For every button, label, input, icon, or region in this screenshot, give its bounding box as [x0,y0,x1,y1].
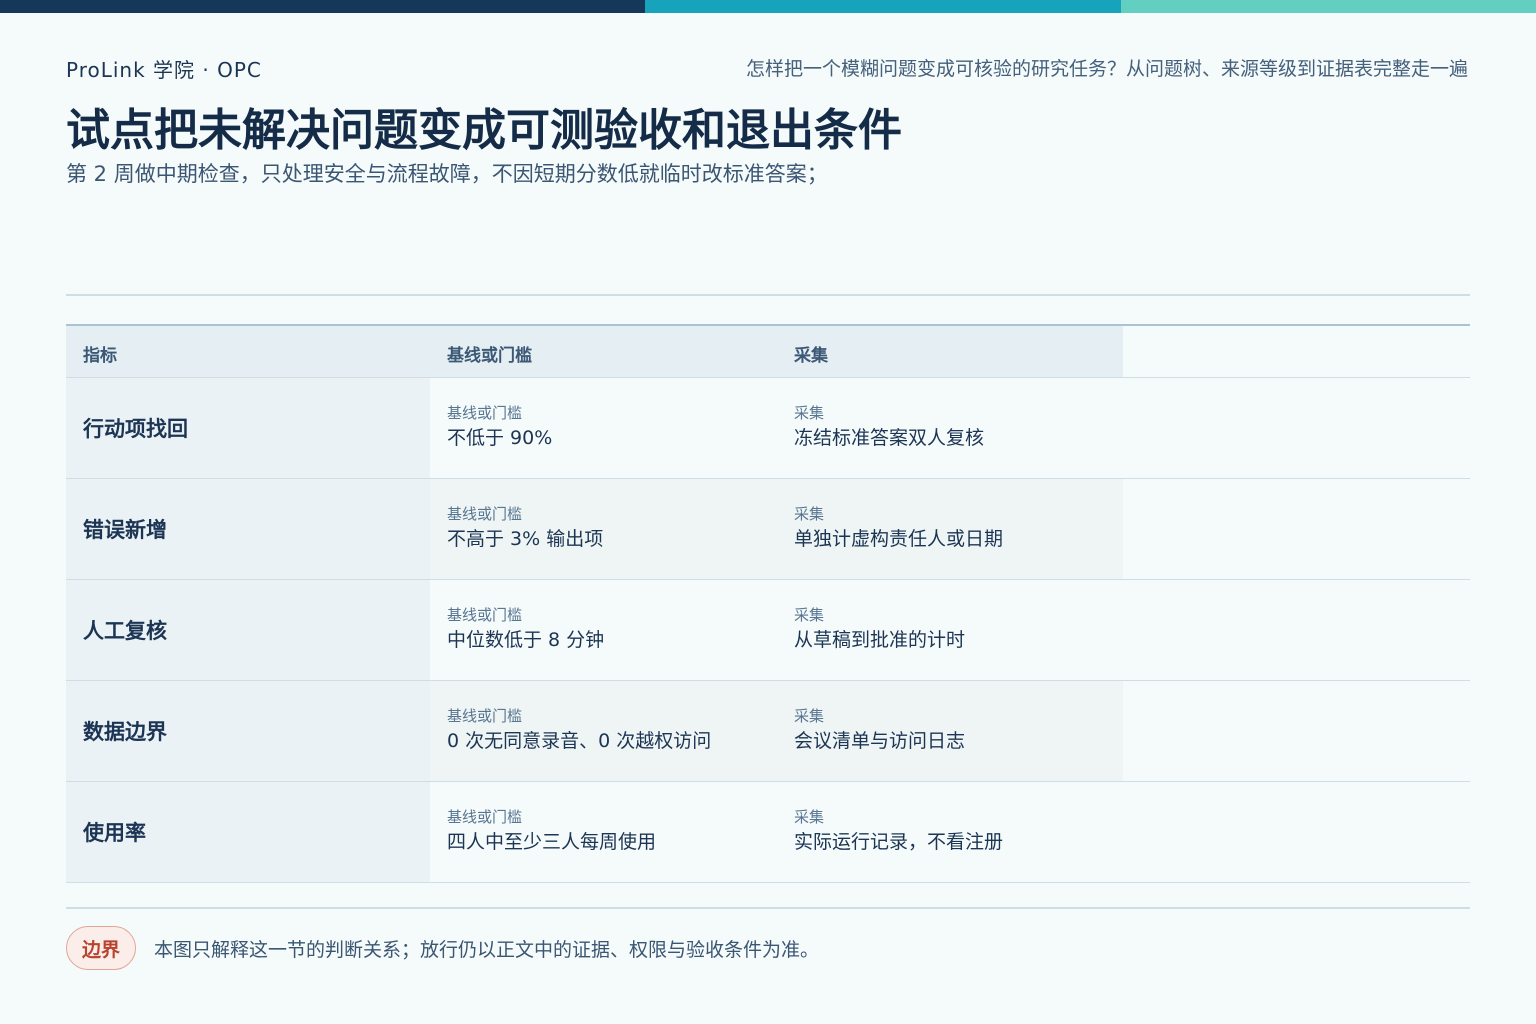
metric-name: 使用率 [83,821,146,845]
threshold-label: 基线或门槛 [447,404,523,422]
collect-value: 从草稿到批准的计时 [794,629,966,651]
page-subtitle: 第 2 周做中期检查，只处理安全与流程故障，不因短期分数低就临时改标准答案； [66,162,828,186]
table-header: 指标 基线或门槛 采集 [66,324,1470,378]
threshold-value: 0 次无同意录音、0 次越权访问 [447,730,712,752]
threshold-cell: 基线或门槛 不低于 90% [447,403,552,453]
boundary-badge: 边界 [66,926,136,970]
collect-cell: 采集 实际运行记录，不看注册 [794,807,1003,857]
collect-label: 采集 [794,606,825,624]
page-title: 试点把未解决问题变成可测验收和退出条件 [66,105,902,156]
divider-top [66,294,1470,296]
metrics-table: 指标 基线或门槛 采集 行动项找回 基线或门槛 不低于 90% 采集 冻结标准答… [66,324,1470,883]
collect-label: 采集 [794,808,825,826]
footer-note: 本图只解释这一节的判断关系；放行仍以正文中的证据、权限与验收条件为准。 [154,939,820,961]
table-row: 行动项找回 基线或门槛 不低于 90% 采集 冻结标准答案双人复核 [66,378,1470,479]
metric-name: 行动项找回 [83,417,188,441]
collect-cell: 采集 单独计虚构责任人或日期 [794,504,1003,554]
threshold-cell: 基线或门槛 不高于 3% 输出项 [447,504,603,554]
collect-label: 采集 [794,404,825,422]
collect-cell: 采集 会议清单与访问日志 [794,706,965,756]
brand-label: ProLink 学院 · OPC [66,58,262,82]
collect-label: 采集 [794,505,825,523]
collect-value: 冻结标准答案双人复核 [794,427,985,449]
threshold-value: 不高于 3% 输出项 [447,528,604,550]
top-bar-segment-3 [1121,0,1536,13]
header-metric: 指标 [83,346,117,366]
collect-cell: 采集 冻结标准答案双人复核 [794,403,984,453]
metric-name: 人工复核 [83,619,167,643]
metric-name: 错误新增 [83,518,167,542]
threshold-value: 不低于 90% [447,427,553,449]
table-header-background [66,326,1123,377]
header-collect: 采集 [794,346,828,366]
table-row: 数据边界 基线或门槛 0 次无同意录音、0 次越权访问 采集 会议清单与访问日志 [66,681,1470,782]
header-threshold: 基线或门槛 [447,346,532,366]
threshold-value: 四人中至少三人每周使用 [447,831,657,853]
threshold-label: 基线或门槛 [447,808,523,826]
threshold-value: 中位数低于 8 分钟 [447,629,605,651]
threshold-label: 基线或门槛 [447,505,523,523]
header-tagline: 怎样把一个模糊问题变成可核验的研究任务？从问题树、来源等级到证据表完整走一遍 [745,58,1468,80]
threshold-cell: 基线或门槛 中位数低于 8 分钟 [447,605,604,655]
table-row: 错误新增 基线或门槛 不高于 3% 输出项 采集 单独计虚构责任人或日期 [66,479,1470,580]
divider-bottom [66,907,1470,909]
threshold-label: 基线或门槛 [447,707,523,725]
threshold-cell: 基线或门槛 0 次无同意录音、0 次越权访问 [447,706,711,756]
table-row: 人工复核 基线或门槛 中位数低于 8 分钟 采集 从草稿到批准的计时 [66,580,1470,681]
top-bar-segment-1 [0,0,645,13]
top-color-bar [0,0,1536,13]
metric-name: 数据边界 [83,720,167,744]
collect-label: 采集 [794,707,825,725]
collect-cell: 采集 从草稿到批准的计时 [794,605,965,655]
table-row: 使用率 基线或门槛 四人中至少三人每周使用 采集 实际运行记录，不看注册 [66,782,1470,883]
threshold-label: 基线或门槛 [447,606,523,624]
collect-value: 单独计虚构责任人或日期 [794,528,1004,550]
threshold-cell: 基线或门槛 四人中至少三人每周使用 [447,807,656,857]
collect-value: 实际运行记录，不看注册 [794,831,1004,853]
collect-value: 会议清单与访问日志 [794,730,966,752]
top-bar-segment-2 [645,0,1121,13]
